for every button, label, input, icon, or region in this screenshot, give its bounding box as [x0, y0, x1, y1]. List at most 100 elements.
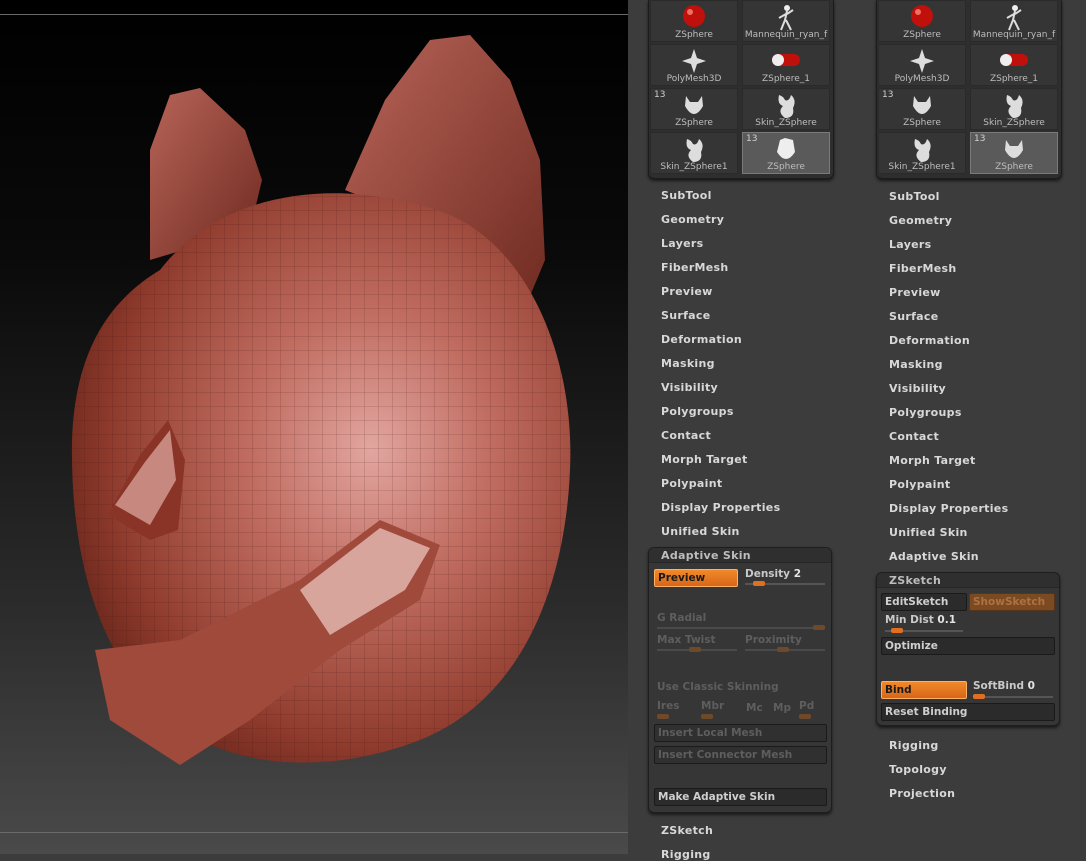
edit-sketch-button[interactable]: EditSketch: [881, 593, 967, 611]
thumb-polymesh3d[interactable]: PolyMesh3D: [650, 44, 738, 86]
menu-subtool[interactable]: SubTool: [889, 190, 940, 203]
softbind-slider-handle[interactable]: [973, 694, 985, 699]
menu-contact[interactable]: Contact: [889, 430, 939, 443]
menu-display-properties[interactable]: Display Properties: [661, 501, 780, 514]
menu-visibility[interactable]: Visibility: [661, 381, 718, 394]
g-radial-label: G Radial: [657, 612, 707, 624]
ires-label: Ires: [657, 700, 680, 712]
thumb-label: Skin_ZSphere: [755, 118, 817, 128]
thumb-label: ZSphere: [903, 118, 941, 128]
menu-polypaint[interactable]: Polypaint: [661, 477, 722, 490]
thumb-label: ZSphere: [675, 30, 713, 40]
thumb-label: ZSphere: [675, 118, 713, 128]
optimize-button[interactable]: Optimize: [881, 637, 1055, 655]
softbind-slider[interactable]: [973, 696, 1053, 698]
menu-projection[interactable]: Projection: [889, 787, 955, 800]
menu-topology[interactable]: Topology: [889, 763, 947, 776]
viewport-canvas[interactable]: [0, 0, 628, 854]
menu-morph-target[interactable]: Morph Target: [889, 454, 976, 467]
menu-surface[interactable]: Surface: [889, 310, 938, 323]
preview-button[interactable]: Preview: [654, 569, 738, 587]
g-radial-slider-handle[interactable]: [813, 625, 825, 630]
insert-local-mesh-button[interactable]: Insert Local Mesh: [654, 724, 827, 742]
mbr-slider-handle[interactable]: [701, 714, 713, 719]
thumb-mannequin[interactable]: Mannequin_ryan_f: [970, 0, 1058, 42]
menu-rigging[interactable]: Rigging: [661, 848, 711, 861]
make-adaptive-skin-button[interactable]: Make Adaptive Skin: [654, 788, 827, 806]
menu-geometry[interactable]: Geometry: [889, 214, 952, 227]
menu-preview[interactable]: Preview: [661, 285, 713, 298]
thumb-polymesh3d[interactable]: PolyMesh3D: [878, 44, 966, 86]
adaptive-skin-header[interactable]: Adaptive Skin: [649, 548, 831, 563]
menu-polygroups[interactable]: Polygroups: [661, 405, 734, 418]
menu-visibility[interactable]: Visibility: [889, 382, 946, 395]
menu-contact[interactable]: Contact: [661, 429, 711, 442]
menu-display-properties[interactable]: Display Properties: [889, 502, 1008, 515]
thumb-skin-zsphere[interactable]: Skin_ZSphere: [970, 88, 1058, 130]
thumb-label: ZSphere_1: [761, 74, 811, 84]
thumb-label: ZSphere: [903, 30, 941, 40]
pd-slider-handle[interactable]: [799, 714, 811, 719]
thumb-zsphere-1[interactable]: ZSphere_1: [742, 44, 830, 86]
proximity-slider-handle[interactable]: [777, 647, 789, 652]
thumb-zsphere[interactable]: ZSphere: [878, 0, 966, 42]
menu-polypaint[interactable]: Polypaint: [889, 478, 950, 491]
zsphere-red-icon: [681, 4, 707, 32]
thumb-zsphere-13[interactable]: 13 ZSphere: [878, 88, 966, 130]
menu-morph-target[interactable]: Morph Target: [661, 453, 748, 466]
softbind-label: SoftBind 0: [973, 680, 1035, 692]
menu-adaptive-skin[interactable]: Adaptive Skin: [889, 550, 979, 563]
thumb-label: Skin_ZSphere1: [660, 162, 728, 172]
menu-surface[interactable]: Surface: [661, 309, 710, 322]
max-twist-slider-handle[interactable]: [689, 647, 701, 652]
menu-layers[interactable]: Layers: [889, 238, 932, 251]
menu-geometry[interactable]: Geometry: [661, 213, 724, 226]
max-twist-label: Max Twist: [657, 634, 716, 646]
menu-deformation[interactable]: Deformation: [661, 333, 742, 346]
proximity-label: Proximity: [745, 634, 802, 646]
menu-unified-skin[interactable]: Unified Skin: [889, 526, 968, 539]
zsketch-header[interactable]: ZSketch: [877, 573, 1059, 588]
zsphere-capsule-icon: [769, 48, 803, 76]
thumb-mannequin[interactable]: Mannequin_ryan_f: [742, 0, 830, 42]
thumb-count-badge: 13: [974, 134, 986, 144]
sculpt-model[interactable]: [0, 0, 628, 854]
use-classic-skinning[interactable]: Use Classic Skinning: [657, 681, 779, 693]
pd-label: Pd: [799, 700, 815, 712]
thumb-skin-zsphere[interactable]: Skin_ZSphere: [742, 88, 830, 130]
g-radial-slider[interactable]: [657, 627, 825, 629]
thumb-zsphere[interactable]: ZSphere: [650, 0, 738, 42]
min-dist-slider-handle[interactable]: [891, 628, 903, 633]
mp-toggle[interactable]: Mp: [773, 702, 791, 714]
menu-masking[interactable]: Masking: [661, 357, 715, 370]
insert-connector-mesh-button[interactable]: Insert Connector Mesh: [654, 746, 827, 764]
menu-layers[interactable]: Layers: [661, 237, 704, 250]
menu-preview[interactable]: Preview: [889, 286, 941, 299]
thumb-skin-zsphere1[interactable]: Skin_ZSphere1: [650, 132, 738, 174]
thumb-zsphere-1[interactable]: ZSphere_1: [970, 44, 1058, 86]
menu-masking[interactable]: Masking: [889, 358, 943, 371]
mc-toggle[interactable]: Mc: [746, 702, 763, 714]
thumb-label: Mannequin_ryan_f: [972, 30, 1056, 40]
thumb-zsphere-13-selected[interactable]: 13 ZSphere: [742, 132, 830, 174]
menu-subtool[interactable]: SubTool: [661, 189, 712, 202]
menu-unified-skin[interactable]: Unified Skin: [661, 525, 740, 538]
menu-fibermesh[interactable]: FiberMesh: [889, 262, 957, 275]
bind-button[interactable]: Bind: [881, 681, 967, 699]
menu-rigging[interactable]: Rigging: [889, 739, 939, 752]
menu-polygroups[interactable]: Polygroups: [889, 406, 962, 419]
thumb-label: PolyMesh3D: [666, 74, 722, 84]
menu-zsketch[interactable]: ZSketch: [661, 824, 713, 837]
ires-slider-handle[interactable]: [657, 714, 669, 719]
thumb-zsphere-13-selected[interactable]: 13 ZSphere: [970, 132, 1058, 174]
zsphere-red-icon: [909, 4, 935, 32]
reset-binding-button[interactable]: Reset Binding: [881, 703, 1055, 721]
thumb-zsphere-13[interactable]: 13 ZSphere: [650, 88, 738, 130]
zsphere-capsule-icon: [997, 48, 1031, 76]
subtool-thumbnail-grid: ZSphere Mannequin_ryan_f PolyMesh3D ZSph…: [648, 0, 834, 179]
menu-deformation[interactable]: Deformation: [889, 334, 970, 347]
thumb-skin-zsphere1[interactable]: Skin_ZSphere1: [878, 132, 966, 174]
show-sketch-button[interactable]: ShowSketch: [969, 593, 1055, 611]
density-slider-handle[interactable]: [753, 581, 765, 586]
menu-fibermesh[interactable]: FiberMesh: [661, 261, 729, 274]
